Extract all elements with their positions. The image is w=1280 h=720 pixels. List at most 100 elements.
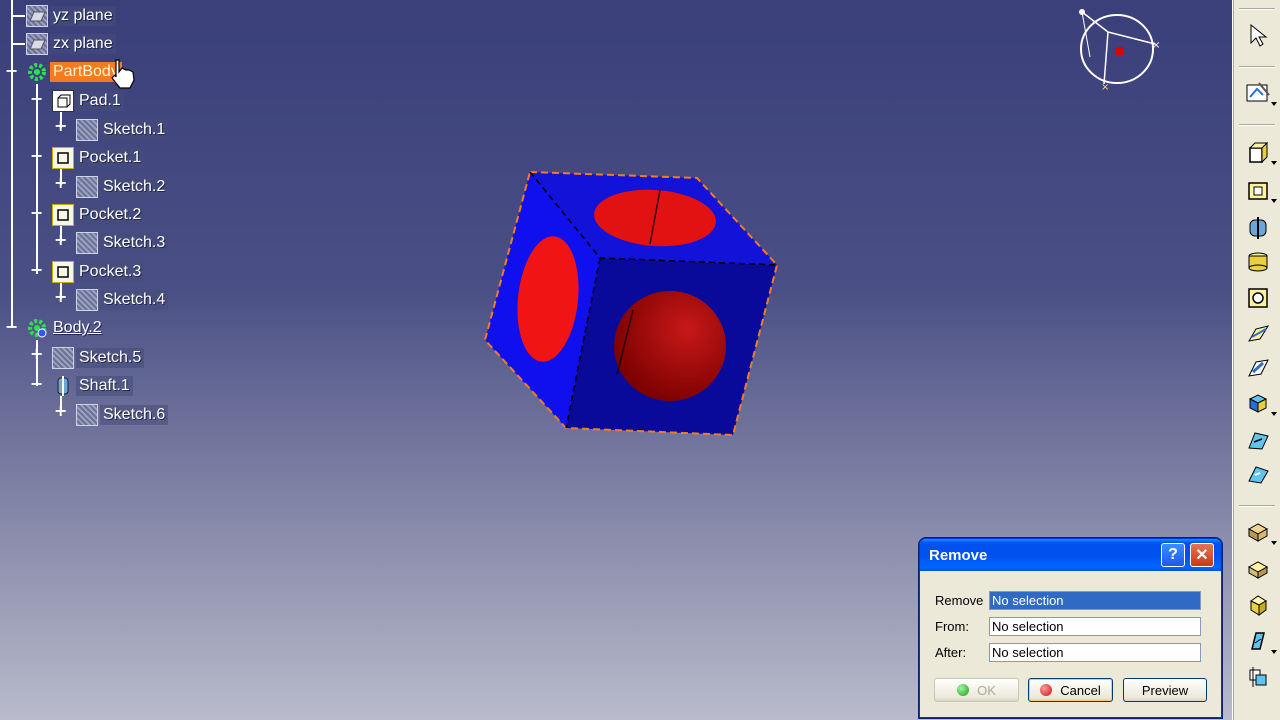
pocket-icon — [52, 261, 74, 283]
cancel-button[interactable]: Cancel — [1028, 678, 1113, 702]
after-field[interactable]: No selection — [989, 643, 1201, 662]
sketch-icon — [76, 232, 98, 254]
sketch-icon — [52, 347, 74, 369]
plane-icon — [26, 5, 48, 27]
pad-icon — [52, 90, 74, 112]
dialog-title: Remove — [929, 546, 988, 564]
rib-icon[interactable] — [1243, 318, 1273, 348]
tree-node-pocket-2[interactable]: Pocket.2 — [52, 203, 145, 227]
collapse-toggle[interactable]: − — [30, 205, 43, 221]
from-field[interactable]: No selection — [989, 617, 1201, 636]
plane-icon — [26, 33, 48, 55]
tree-node-sketch-5[interactable]: Sketch.5 — [52, 346, 145, 370]
expand-toggle[interactable]: + — [54, 403, 67, 419]
preview-label: Preview — [1141, 682, 1189, 698]
toolbar-separator — [1239, 124, 1275, 126]
collapse-toggle[interactable]: − — [30, 148, 43, 164]
tree-node-label: yz plane — [50, 6, 116, 26]
3d-part-model[interactable] — [470, 160, 800, 450]
shaft-icon[interactable] — [1243, 213, 1273, 243]
expand-toggle[interactable]: + — [54, 232, 67, 248]
dialog-titlebar[interactable]: Remove ? ✕ — [920, 539, 1221, 571]
shell-icon[interactable] — [1243, 590, 1273, 620]
pocket-hole-front — [614, 291, 726, 401]
expand-toggle[interactable]: + — [30, 346, 43, 362]
tree-node-label: Pocket.2 — [76, 205, 145, 225]
toolbar-separator — [1239, 505, 1275, 507]
chamfer-icon[interactable] — [1243, 517, 1277, 547]
from-row: From: No selection — [935, 617, 1201, 636]
compass-icon[interactable]: × × — [1070, 2, 1165, 97]
tree-node-sketch-3[interactable]: Sketch.3 — [76, 231, 169, 255]
body-gear-icon — [26, 61, 48, 83]
pocket-icon — [52, 204, 74, 226]
tree-node-label: zx plane — [50, 34, 116, 54]
tree-trunk — [11, 0, 13, 328]
tree-node-pocket-3[interactable]: Pocket.3 — [52, 260, 145, 284]
tree-node-label: Sketch.5 — [76, 348, 145, 368]
tree-branch — [36, 84, 38, 274]
pocket-icon[interactable] — [1243, 175, 1277, 205]
ok-button[interactable]: OK — [934, 678, 1019, 702]
ok-label: OK — [977, 682, 996, 698]
close-button[interactable]: ✕ — [1190, 543, 1214, 567]
help-button[interactable]: ? — [1161, 543, 1185, 567]
draft-icon[interactable] — [1243, 554, 1273, 584]
hole-icon[interactable] — [1243, 283, 1273, 313]
tree-node-label: Sketch.3 — [100, 233, 169, 253]
tree-branch — [11, 43, 25, 45]
tree-node-sketch-6[interactable]: Sketch.6 — [76, 403, 169, 427]
tree-node-label: Sketch.2 — [100, 177, 169, 197]
collapse-toggle[interactable]: − — [30, 262, 43, 278]
expand-toggle[interactable]: + — [54, 175, 67, 191]
tree-node-yz-plane[interactable]: yz plane — [26, 4, 116, 28]
sketcher-icon[interactable] — [1243, 78, 1277, 108]
expand-toggle[interactable]: + — [54, 118, 67, 134]
tree-node-pad-1[interactable]: Pad.1 — [52, 89, 124, 113]
tree-node-sketch-4[interactable]: Sketch.4 — [76, 288, 169, 312]
tree-node-body-2[interactable]: Body.2 — [26, 316, 105, 340]
preview-button[interactable]: Preview — [1123, 678, 1207, 702]
sketch-icon — [76, 289, 98, 311]
select-arrow-icon[interactable] — [1243, 20, 1273, 50]
tree-node-zx-plane[interactable]: zx plane — [26, 32, 116, 56]
tree-node-label: Sketch.4 — [100, 290, 169, 310]
tree-node-sketch-1[interactable]: Sketch.1 — [76, 118, 169, 142]
tree-node-label: Body.2 — [53, 319, 102, 336]
tree-node-label: Sketch.6 — [100, 405, 169, 425]
remove-dialog: Remove ? ✕ Remove No selection From: No … — [919, 538, 1222, 718]
cancel-icon — [1040, 684, 1053, 696]
removed-multi-section-icon[interactable] — [1243, 425, 1273, 455]
from-label: From: — [935, 619, 969, 634]
collapse-toggle[interactable]: − — [30, 376, 43, 392]
svg-text:×: × — [1101, 82, 1109, 93]
remove-label: Remove — [935, 593, 984, 608]
groove-icon[interactable] — [1243, 247, 1273, 277]
edge-fillet-icon[interactable] — [1243, 460, 1273, 490]
tree-node-label: Shaft.1 — [76, 376, 133, 396]
toolbar-grip — [1239, 8, 1275, 10]
body-gear-icon — [26, 317, 48, 339]
after-row: After: No selection — [935, 643, 1201, 662]
part-design-toolbar — [1232, 0, 1280, 720]
expand-toggle[interactable]: + — [54, 289, 67, 305]
multi-section-solid-icon[interactable] — [1243, 388, 1277, 418]
tree-node-shaft-1[interactable]: Shaft.1 — [52, 374, 133, 398]
collapse-toggle[interactable]: − — [5, 63, 18, 79]
pad-icon[interactable] — [1243, 137, 1277, 167]
collapse-toggle[interactable]: − — [5, 319, 18, 335]
pocket-icon — [52, 147, 74, 169]
tree-node-label: Sketch.1 — [100, 120, 169, 140]
boolean-remove-icon[interactable] — [1243, 662, 1273, 692]
slot-icon[interactable] — [1243, 353, 1273, 383]
shaft-icon — [52, 375, 74, 397]
sketch-icon — [76, 176, 98, 198]
tree-node-label: Pocket.1 — [76, 148, 145, 168]
collapse-toggle[interactable]: − — [30, 91, 43, 107]
tree-node-pocket-1[interactable]: Pocket.1 — [52, 146, 145, 170]
tree-node-label: Pocket.3 — [76, 262, 145, 282]
remove-field[interactable]: No selection — [989, 591, 1201, 610]
tree-node-sketch-2[interactable]: Sketch.2 — [76, 175, 169, 199]
tree-node-label: Pad.1 — [76, 91, 124, 111]
thickness-icon[interactable] — [1243, 626, 1277, 656]
